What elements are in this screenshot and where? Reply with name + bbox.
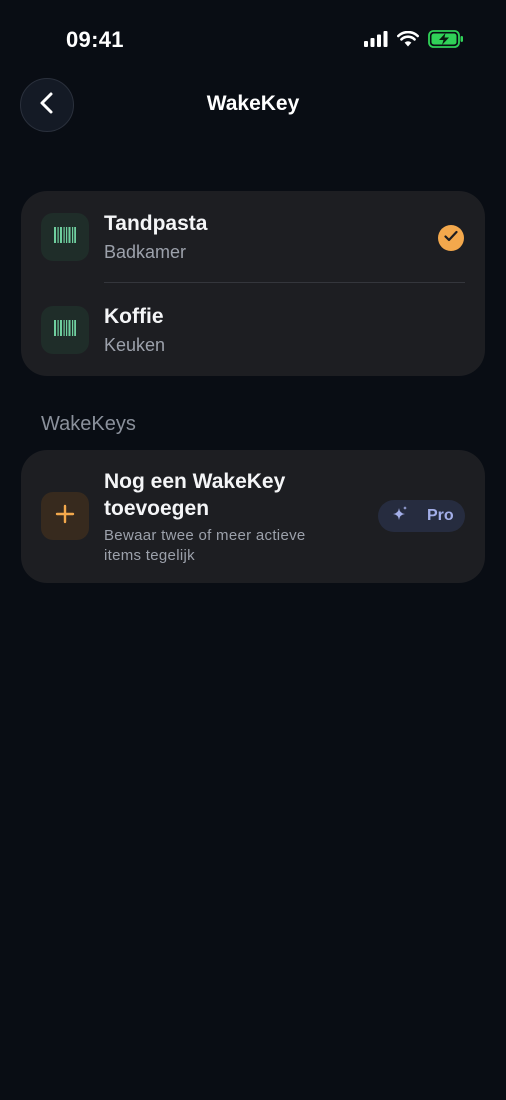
selected-check-badge xyxy=(438,225,464,251)
battery-charging-icon xyxy=(428,30,464,53)
barcode-icon xyxy=(54,226,76,248)
add-wakekey-description: Bewaar twee of meer actieve items tegeli… xyxy=(104,527,306,564)
status-bar: 09:41 xyxy=(0,0,506,84)
pro-badge-label: Pro xyxy=(427,507,454,524)
item-location: Keuken xyxy=(104,335,166,355)
item-icon-container xyxy=(41,306,89,354)
wifi-icon xyxy=(397,30,419,52)
item-row-koffie[interactable]: Koffie Keuken xyxy=(21,283,485,375)
pro-badge: Pro xyxy=(378,500,465,532)
status-icons xyxy=(364,30,464,53)
item-icon-container xyxy=(41,213,89,261)
status-time: 09:41 xyxy=(66,27,124,52)
item-location: Badkamer xyxy=(104,242,187,262)
item-row-tandpasta[interactable]: Tandpasta Badkamer xyxy=(21,191,485,283)
item-name: Koffie xyxy=(104,305,164,328)
add-icon-container xyxy=(41,492,89,540)
section-label-wakekeys: WakeKeys xyxy=(41,413,136,435)
cellular-signal-icon xyxy=(364,31,388,52)
item-name: Tandpasta xyxy=(104,212,208,235)
add-wakekey-button[interactable]: Nog een WakeKey toevoegen Bewaar twee of… xyxy=(21,450,485,583)
screen: 09:41 WakeKey Tandpasta Badkamer Koffie … xyxy=(0,0,506,1100)
add-wakekey-title: Nog een WakeKey toevoegen xyxy=(104,470,286,520)
items-card: Tandpasta Badkamer Koffie Keuken xyxy=(21,191,485,376)
sparkles-icon xyxy=(392,505,408,528)
plus-icon xyxy=(55,504,75,529)
barcode-icon xyxy=(54,319,76,341)
checkmark-icon xyxy=(444,229,458,247)
page-title: WakeKey xyxy=(206,92,300,115)
